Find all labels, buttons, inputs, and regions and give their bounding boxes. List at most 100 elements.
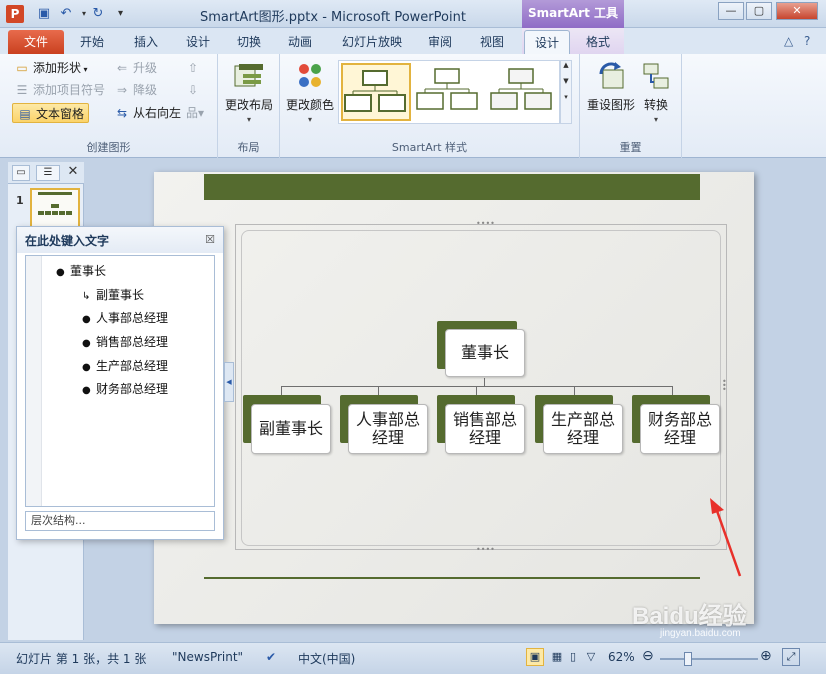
- title-bar: P ▣ ↶ ▾ ↻ ▾ SmartArt图形.pptx - Microsoft …: [0, 0, 826, 28]
- tab-animations[interactable]: 动画: [280, 30, 320, 54]
- slide-footer-line: [204, 577, 700, 579]
- list-item[interactable]: ● 董事长: [56, 262, 106, 279]
- tab-slideshow[interactable]: 幻灯片放映: [334, 30, 410, 54]
- powerpoint-logo-icon[interactable]: P: [6, 5, 24, 23]
- tab-design[interactable]: 设计: [178, 30, 218, 54]
- annotation-arrow-icon: [710, 498, 742, 577]
- add-bullet-button[interactable]: ☰ 添加项目符号: [14, 80, 105, 100]
- help-icon[interactable]: ?: [804, 34, 810, 48]
- org-node-child[interactable]: 生产部总 经理: [535, 395, 623, 455]
- ribbon-tabs: 文件 开始 插入 设计 切换 动画 幻灯片放映 审阅 视图 设计 格式 △ ?: [0, 28, 826, 54]
- slides-tab-icon[interactable]: ▭: [12, 165, 30, 181]
- smartart-tools-title: SmartArt 工具: [522, 0, 624, 28]
- right-to-left-button[interactable]: ⇆ 从右向左: [114, 103, 181, 123]
- right-to-left-icon: ⇆: [116, 106, 128, 120]
- zoom-level[interactable]: 62%: [608, 650, 635, 664]
- resize-handle-right[interactable]: • • •: [722, 378, 727, 394]
- tab-view[interactable]: 视图: [472, 30, 512, 54]
- text-pane-title: 在此处键入文字: [25, 234, 110, 248]
- customize-qat-icon[interactable]: ▾: [118, 6, 128, 22]
- move-down-icon[interactable]: ⇩: [188, 80, 198, 100]
- smartart-canvas: [241, 230, 721, 546]
- layout-hierarchy-icon[interactable]: 品▾: [186, 103, 204, 123]
- zoom-slider[interactable]: [660, 658, 758, 660]
- maximize-button[interactable]: ▢: [746, 2, 772, 20]
- smartart-styles-gallery: [338, 60, 560, 124]
- promote-icon: ⇐: [116, 61, 128, 75]
- theme-name[interactable]: "NewsPrint": [172, 650, 243, 664]
- slide-title-bar: [204, 174, 700, 200]
- text-pane-icon: ▤: [19, 107, 31, 121]
- reset-group-label: 重置: [619, 141, 642, 154]
- layout-group: 更改布局 ▾ 布局: [218, 54, 280, 158]
- style-option-1[interactable]: [341, 63, 411, 121]
- fit-to-window-icon[interactable]: ⤢: [782, 648, 800, 666]
- hierarchy-description[interactable]: 层次结构...: [25, 511, 215, 531]
- tab-transitions[interactable]: 切换: [229, 30, 269, 54]
- undo-icon[interactable]: ↶: [58, 6, 74, 22]
- org-node-child[interactable]: 副董事长: [243, 395, 331, 455]
- reset-graphic-icon: [599, 62, 624, 89]
- status-bar: 幻灯片 第 1 张，共 1 张 "NewsPrint" ✔ 中文(中国) ▣ ▦…: [0, 642, 826, 674]
- change-layout-icon: [234, 64, 263, 87]
- tab-file[interactable]: 文件: [8, 30, 64, 54]
- list-item-selected[interactable]: ↳ 副董事长: [82, 286, 144, 303]
- minimize-button[interactable]: —: [718, 2, 744, 20]
- tab-home[interactable]: 开始: [72, 30, 112, 54]
- tab-insert[interactable]: 插入: [126, 30, 166, 54]
- slide-info: 幻灯片 第 1 张，共 1 张: [16, 652, 147, 666]
- close-icon[interactable]: ☒: [205, 233, 215, 246]
- tab-smartart-design[interactable]: 设计: [524, 30, 570, 54]
- close-pane-icon[interactable]: ✕: [64, 165, 82, 181]
- org-node-child[interactable]: 销售部总 经理: [437, 395, 525, 455]
- text-pane-list[interactable]: ● 董事长 ↳ 副董事长 ● 人事部总经理 ● 销售部总经理 ● 生产部总经理 ● 财务部总…: [25, 255, 215, 507]
- outline-tab-icon[interactable]: ☰: [36, 165, 60, 181]
- layout-group-label: 布局: [237, 141, 260, 154]
- reset-graphic-button[interactable]: 重设图形: [582, 60, 640, 113]
- close-button[interactable]: ✕: [776, 2, 818, 20]
- convert-button[interactable]: 转换 ▾: [636, 60, 676, 124]
- tab-format[interactable]: 格式: [578, 30, 618, 54]
- slideshow-icon[interactable]: ▽: [582, 648, 600, 666]
- list-item[interactable]: ● 销售部总经理: [82, 333, 168, 350]
- demote-button[interactable]: ⇒ 降级: [114, 80, 157, 100]
- list-item[interactable]: ● 生产部总经理: [82, 357, 168, 374]
- language[interactable]: 中文(中国): [298, 650, 355, 667]
- org-node-top[interactable]: 董事长: [437, 321, 527, 379]
- zoom-slider-thumb[interactable]: [684, 652, 693, 666]
- text-pane-header: 在此处键入文字 ☒: [17, 227, 223, 253]
- normal-view-icon[interactable]: ▣: [526, 648, 544, 666]
- create-graphic-group-label: 创建图形: [86, 141, 131, 154]
- minimize-ribbon-icon[interactable]: △: [784, 34, 793, 48]
- ribbon: ▭ 添加形状 ▾ ☰ 添加项目符号 ▤ 文本窗格 ⇐ 升级 ⇒ 降级 ⇆ 从右向左 ⇧ ⇩ …: [0, 54, 826, 158]
- resize-handle-bottom[interactable]: ••••: [476, 545, 495, 554]
- add-shape-icon: ▭: [16, 61, 28, 75]
- org-node-child[interactable]: 人事部总 经理: [340, 395, 428, 455]
- spell-check-icon[interactable]: ✔: [266, 650, 276, 664]
- list-item[interactable]: ● 财务部总经理: [82, 380, 168, 397]
- reading-view-icon[interactable]: ▯: [564, 648, 582, 666]
- list-item[interactable]: ● 人事部总经理: [82, 309, 168, 326]
- zoom-in-icon[interactable]: ⊕: [760, 648, 772, 664]
- zoom-out-icon[interactable]: ⊖: [642, 648, 654, 664]
- slides-pane-tabs: ▭ ☰ ✕: [8, 162, 84, 184]
- redo-icon[interactable]: ↻: [90, 6, 106, 22]
- move-up-icon[interactable]: ⇧: [188, 58, 198, 78]
- add-bullet-icon: ☰: [16, 83, 28, 97]
- style-option-3[interactable]: [489, 63, 559, 121]
- smartart-styles-group-label: SmartArt 样式: [391, 141, 468, 154]
- change-colors-button[interactable]: 更改颜色 ▾: [282, 60, 338, 124]
- org-node-child[interactable]: 财务部总 经理: [632, 395, 720, 455]
- save-icon[interactable]: ▣: [36, 6, 52, 22]
- change-layout-button[interactable]: 更改布局 ▾: [221, 60, 277, 124]
- text-pane-toggle-icon[interactable]: ◀: [224, 362, 234, 402]
- resize-handle-top[interactable]: ••••: [476, 219, 495, 228]
- add-shape-button[interactable]: ▭ 添加形状 ▾: [14, 58, 87, 78]
- style-option-2[interactable]: [415, 63, 485, 121]
- gallery-scroll[interactable]: ▲ ▼ ▾: [560, 60, 572, 124]
- text-pane-button[interactable]: ▤ 文本窗格: [12, 103, 90, 123]
- slide-thumbnail[interactable]: [30, 188, 80, 228]
- tab-review[interactable]: 审阅: [420, 30, 460, 54]
- promote-button[interactable]: ⇐ 升级: [114, 58, 157, 78]
- cursor-icon: ↳: [82, 291, 91, 302]
